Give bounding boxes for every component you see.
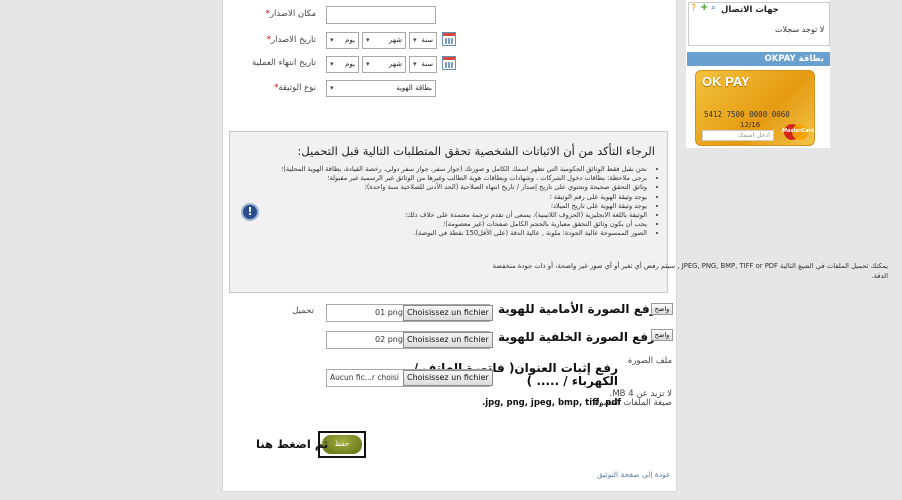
contacts-panel: ? + ⌕ جهات الاتصال لا توجد سجلات (688, 2, 830, 46)
issue-place-label: مكان الاصدار* (265, 9, 316, 19)
back-show-button[interactable]: واضح (651, 329, 673, 341)
front-show-button[interactable]: واضح (651, 303, 673, 315)
search-icon[interactable]: ⌕ (711, 3, 716, 13)
doc-type-label: نوع الوثيقة* (274, 83, 316, 93)
expiry-day-select[interactable]: يوم (326, 56, 359, 73)
formats-note: يمكنك تحميل الملفات في الصيغ التالية JPE… (492, 262, 888, 280)
expiry-date-label: تاريخ انتهاء العملية (251, 58, 316, 68)
no-records-text: لا توجد سجلات (775, 25, 825, 34)
okpay-card-title: بطاقة OKPAY (687, 52, 830, 66)
issue-date-label: تاريخ الاصدار* (266, 35, 316, 45)
requirements-list: نحن نقبل فقط الوثائق الحكومية التي تظهر … (270, 165, 655, 239)
expiry-month-select[interactable]: شهر (362, 56, 406, 73)
requirement-item: نحن نقبل فقط الوثائق الحكومية التي تظهر … (270, 165, 647, 174)
back-to-verification-link[interactable]: عودة إلى صفحة التوثيق (597, 470, 671, 479)
requirements-title: الرجاء التأكد من أن الاثباتات الشخصية تح… (297, 144, 655, 158)
requirement-item: وثائق التحقق صحيحة وتحتوي على تاريخ إصدا… (270, 183, 647, 192)
requirement-item: يوجد وثيقة الهوية على تاريخ الميلاد؛ (270, 202, 647, 211)
save-hint: ثم اضغط هنا (256, 437, 329, 451)
requirement-item: الصور الممسوحة عالية الجودة: ملونة , عال… (270, 229, 647, 238)
front-choose-file-button[interactable]: Choisissez un fichier (403, 305, 493, 321)
expiry-date-calendar-icon[interactable] (442, 56, 456, 70)
issue-place-input[interactable] (326, 6, 436, 24)
mastercard-icon: MasterCard (782, 123, 814, 141)
address-choose-file-button[interactable]: Choisissez un fichier (403, 370, 493, 386)
issue-month-select[interactable]: شهر (362, 32, 406, 49)
requirement-item: يوجد وثيقة الهوية على رقم الوثيقة ؛ (270, 193, 647, 202)
front-upload-title: رفع الصورة الأمامية للهوية (498, 302, 657, 316)
add-contact-icon[interactable]: + (700, 2, 708, 13)
okpay-logo: OK PAY (702, 74, 750, 89)
requirement-item: الوثيقة باللغة الانجليزية (الحروف اللاتي… (270, 211, 647, 220)
back-upload-title: رفع الصورة الخلفية للهوية (498, 330, 656, 344)
info-icon: ! (241, 203, 259, 221)
card-expiry: 12/16 (740, 121, 761, 129)
issue-date-calendar-icon[interactable] (442, 32, 456, 46)
back-choose-file-button[interactable]: Choisissez un fichier (403, 332, 493, 348)
okpay-card: OK PAY 5412 7500 0000 0060 12/16 ادخل اس… (695, 70, 815, 146)
expiry-year-select[interactable]: سنة (409, 56, 437, 73)
formats-list: .jpg, png, jpeg, bmp, tiff, pdf (482, 398, 622, 408)
issue-year-select[interactable]: سنة (409, 32, 437, 49)
upload-section-label: تحميل (292, 306, 314, 316)
issue-day-select[interactable]: يوم (326, 32, 359, 49)
doc-type-select[interactable]: بطاقة الهوية (326, 80, 436, 97)
contacts-label[interactable]: جهات الاتصال (721, 5, 779, 15)
help-icon[interactable]: ? (691, 3, 696, 14)
card-number: 5412 7500 0000 0060 (704, 110, 790, 119)
card-name-input[interactable]: ادخل اسمك (702, 130, 774, 141)
